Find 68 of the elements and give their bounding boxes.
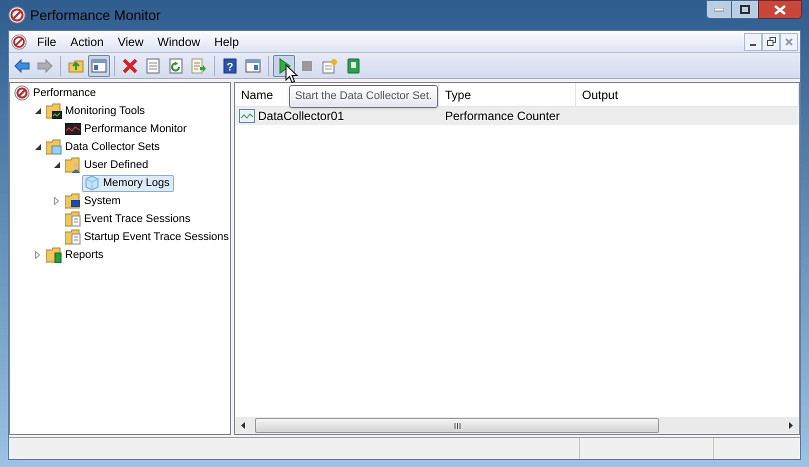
right-arrow-icon (789, 422, 793, 429)
close-icon (785, 38, 793, 46)
folder-user-icon (65, 157, 81, 173)
menu-item[interactable]: Action (63, 32, 111, 50)
table-cell: Performance Counter (445, 109, 560, 123)
tooltip: Start the Data Collector Set. (289, 85, 438, 108)
tree-item[interactable]: System (63, 192, 125, 210)
restore-button[interactable] (762, 32, 780, 50)
maximize-icon (740, 5, 750, 14)
export-list-icon (191, 58, 207, 74)
restore-icon (766, 37, 776, 46)
menu-item[interactable]: View (110, 32, 150, 50)
tree-item[interactable]: Monitoring Tools (44, 102, 149, 120)
menu-item[interactable]: Help (207, 32, 246, 50)
folder-computer-icon (65, 193, 81, 209)
counter-chart-icon (239, 109, 255, 123)
chart-monitor-icon (65, 121, 81, 137)
collapsed-arrow-icon[interactable] (35, 251, 40, 259)
tree-item[interactable]: Startup Event Trace Sessions (63, 228, 233, 246)
folder-chart-icon (46, 103, 62, 119)
column-header[interactable]: Name (241, 86, 274, 104)
refresh-icon (168, 58, 184, 74)
app-logo-icon (14, 85, 30, 101)
minimize-icon (714, 8, 724, 12)
minimize-button[interactable] (744, 32, 762, 50)
new-item-icon (322, 58, 338, 74)
folder-report-icon (46, 247, 62, 263)
expanded-arrow-icon[interactable] (34, 144, 40, 150)
folder-document-icon (65, 229, 81, 245)
column-header[interactable]: Output (582, 86, 618, 104)
expanded-arrow-icon[interactable] (54, 162, 60, 168)
tree-item[interactable]: Reports (44, 246, 108, 264)
column-header[interactable]: Type (445, 86, 472, 104)
back-arrow-icon (14, 58, 30, 74)
forward-arrow-icon (37, 58, 53, 74)
report-book-icon (345, 58, 361, 74)
collapsed-arrow-icon[interactable] (54, 197, 59, 205)
folder-cube-icon (46, 139, 62, 155)
window-pane-icon (91, 58, 107, 74)
menu-item[interactable]: Window (150, 32, 208, 50)
table-cell-text: DataCollector01 (258, 108, 344, 125)
app-logo-icon (8, 6, 26, 24)
properties-icon (145, 58, 161, 74)
left-arrow-icon (241, 422, 245, 429)
close-button[interactable] (758, 0, 802, 19)
tree-item[interactable]: Performance Monitor (63, 120, 191, 138)
grip-icon (454, 422, 460, 428)
app-logo-icon (11, 34, 27, 50)
window-title: Performance Monitor (30, 6, 161, 24)
minimize-button[interactable] (706, 0, 732, 19)
tree-item[interactable]: Event Trace Sessions (63, 210, 194, 228)
menu-item[interactable]: File (30, 32, 64, 50)
tree-item[interactable]: User Defined (63, 156, 152, 174)
close-icon (774, 4, 786, 14)
cube-icon (84, 175, 100, 191)
expanded-arrow-icon[interactable] (34, 108, 40, 114)
maximize-button[interactable] (732, 0, 758, 19)
window-pane-icon (245, 58, 261, 74)
minimize-icon (750, 44, 756, 46)
table-row[interactable]: DataCollector01 Performance Counter (235, 107, 799, 125)
delete-icon (122, 58, 138, 74)
folder-document-icon (65, 211, 81, 227)
tree-item[interactable]: Performance (12, 84, 100, 102)
tree-item[interactable]: Memory Logs (82, 174, 174, 192)
scrollbar-thumb[interactable] (255, 418, 659, 433)
toolbar-button[interactable] (88, 54, 110, 76)
tree-item[interactable]: Data Collector Sets (44, 138, 164, 156)
folder-up-icon (68, 58, 84, 74)
